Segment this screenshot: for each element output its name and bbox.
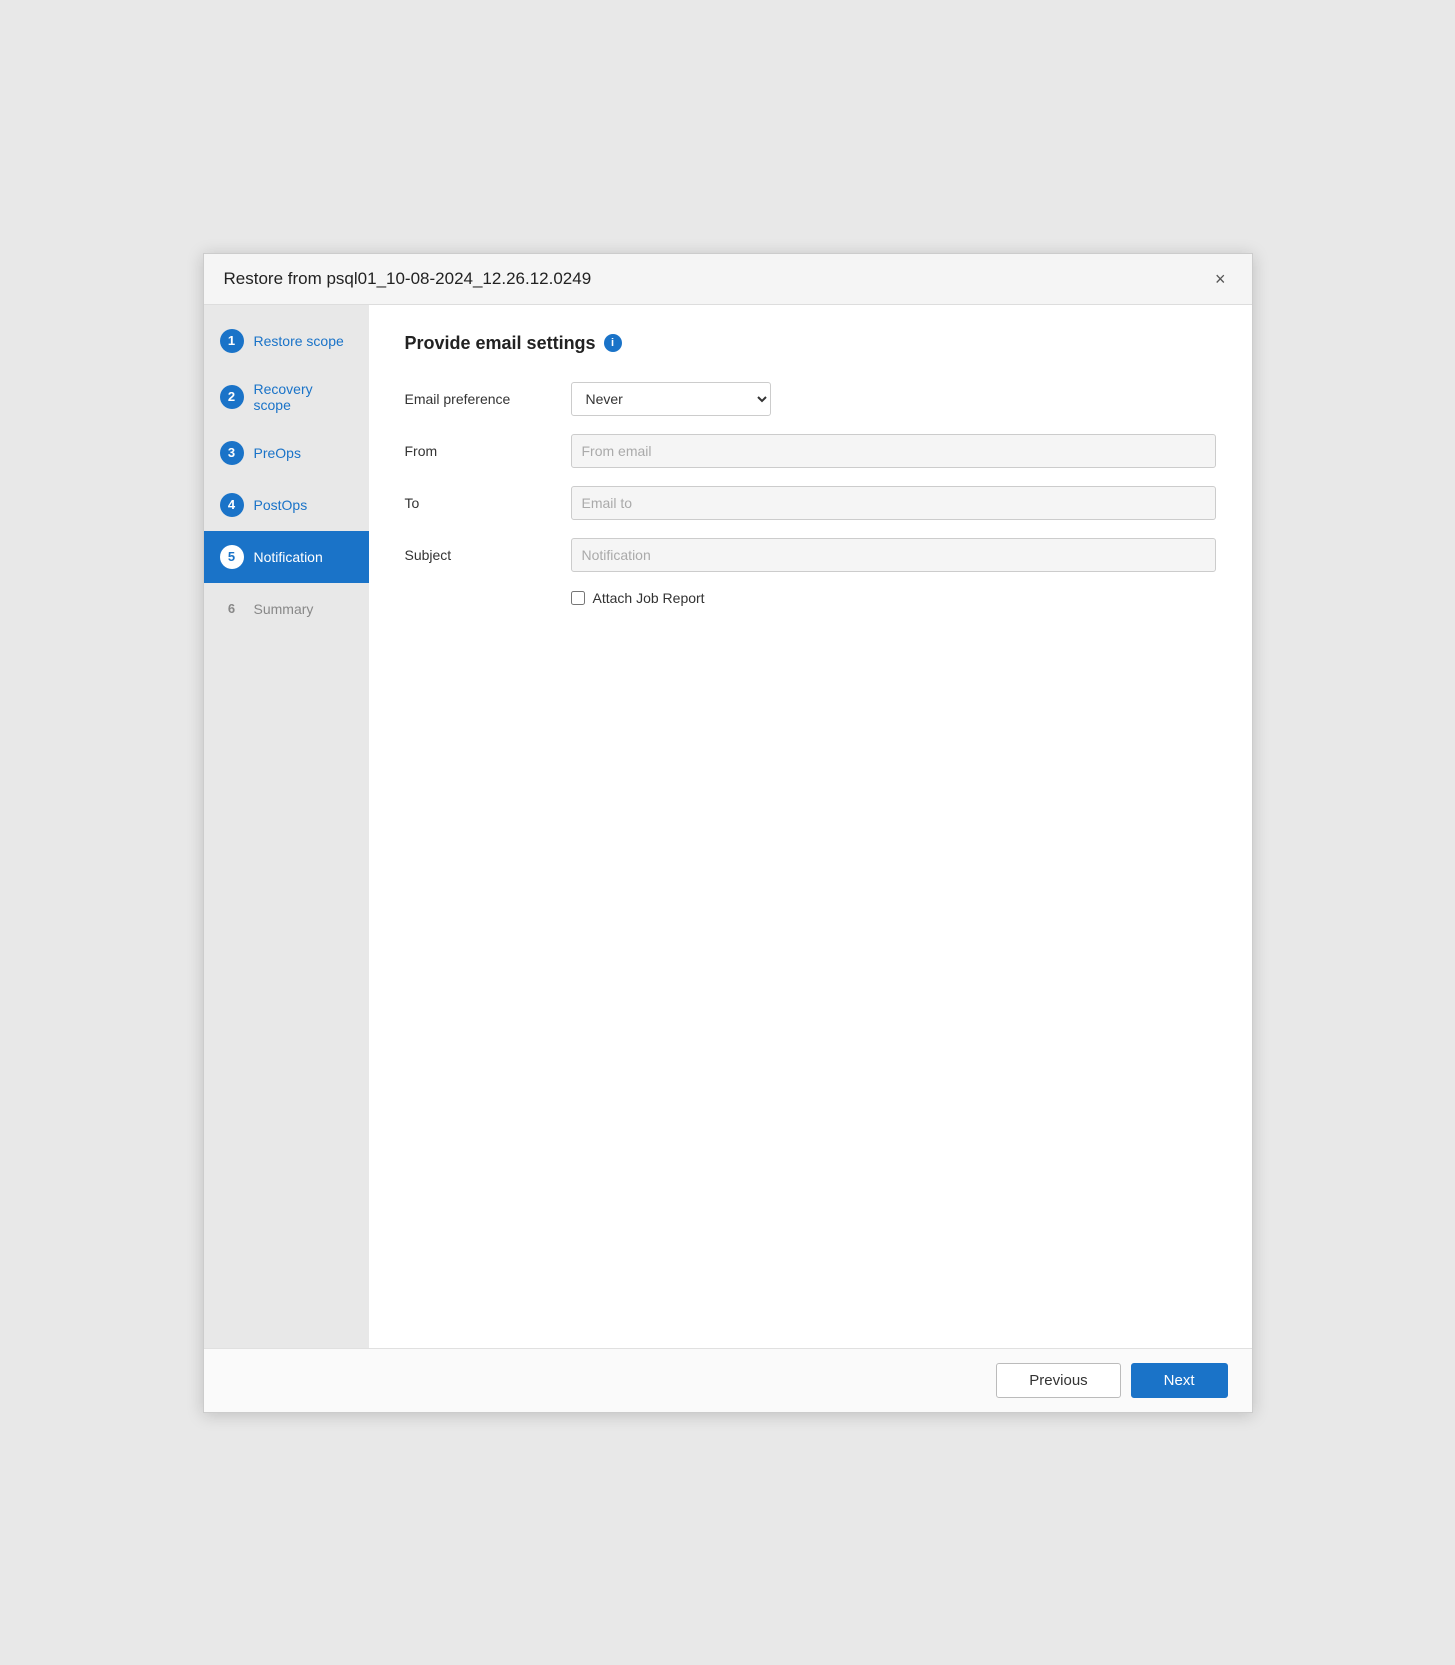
sidebar: 1 Restore scope 2 Recovery scope 3 PreOp… — [204, 305, 369, 1348]
subject-input[interactable] — [571, 538, 1216, 572]
attach-job-report-checkbox[interactable] — [571, 591, 585, 605]
sidebar-item-label-6: Summary — [254, 601, 314, 617]
to-row: To — [405, 486, 1216, 520]
step-badge-2: 2 — [220, 385, 244, 409]
from-input[interactable] — [571, 434, 1216, 468]
sidebar-item-label-3: PreOps — [254, 445, 301, 461]
step-badge-5: 5 — [220, 545, 244, 569]
restore-dialog: Restore from psql01_10-08-2024_12.26.12.… — [203, 253, 1253, 1413]
to-label: To — [405, 495, 555, 511]
subject-label: Subject — [405, 547, 555, 563]
main-content: Provide email settings i Email preferenc… — [369, 305, 1252, 1348]
section-heading: Provide email settings i — [405, 333, 1216, 354]
attach-job-report-label[interactable]: Attach Job Report — [593, 590, 705, 606]
sidebar-item-postops[interactable]: 4 PostOps — [204, 479, 369, 531]
dialog-body: 1 Restore scope 2 Recovery scope 3 PreOp… — [204, 305, 1252, 1348]
next-button[interactable]: Next — [1131, 1363, 1228, 1398]
section-title: Provide email settings — [405, 333, 596, 354]
sidebar-item-restore-scope[interactable]: 1 Restore scope — [204, 315, 369, 367]
subject-row: Subject — [405, 538, 1216, 572]
sidebar-item-label-1: Restore scope — [254, 333, 344, 349]
step-badge-6: 6 — [220, 597, 244, 621]
attach-job-report-row: Attach Job Report — [571, 590, 1216, 606]
email-preference-select[interactable]: Never Always On Failure On Success — [571, 382, 771, 416]
email-preference-label: Email preference — [405, 391, 555, 407]
sidebar-item-label-5: Notification — [254, 549, 323, 565]
to-input[interactable] — [571, 486, 1216, 520]
close-button[interactable]: × — [1209, 268, 1232, 290]
from-row: From — [405, 434, 1216, 468]
sidebar-item-summary: 6 Summary — [204, 583, 369, 635]
from-label: From — [405, 443, 555, 459]
sidebar-item-label-4: PostOps — [254, 497, 308, 513]
step-badge-3: 3 — [220, 441, 244, 465]
sidebar-item-label-2: Recovery scope — [254, 381, 353, 413]
sidebar-item-preops[interactable]: 3 PreOps — [204, 427, 369, 479]
sidebar-item-recovery-scope[interactable]: 2 Recovery scope — [204, 367, 369, 427]
sidebar-item-notification[interactable]: 5 Notification — [204, 531, 369, 583]
dialog-titlebar: Restore from psql01_10-08-2024_12.26.12.… — [204, 254, 1252, 305]
previous-button[interactable]: Previous — [996, 1363, 1120, 1398]
step-badge-4: 4 — [220, 493, 244, 517]
dialog-title: Restore from psql01_10-08-2024_12.26.12.… — [224, 269, 592, 289]
info-icon: i — [604, 334, 622, 352]
step-badge-1: 1 — [220, 329, 244, 353]
email-preference-row: Email preference Never Always On Failure… — [405, 382, 1216, 416]
dialog-footer: Previous Next — [204, 1348, 1252, 1412]
